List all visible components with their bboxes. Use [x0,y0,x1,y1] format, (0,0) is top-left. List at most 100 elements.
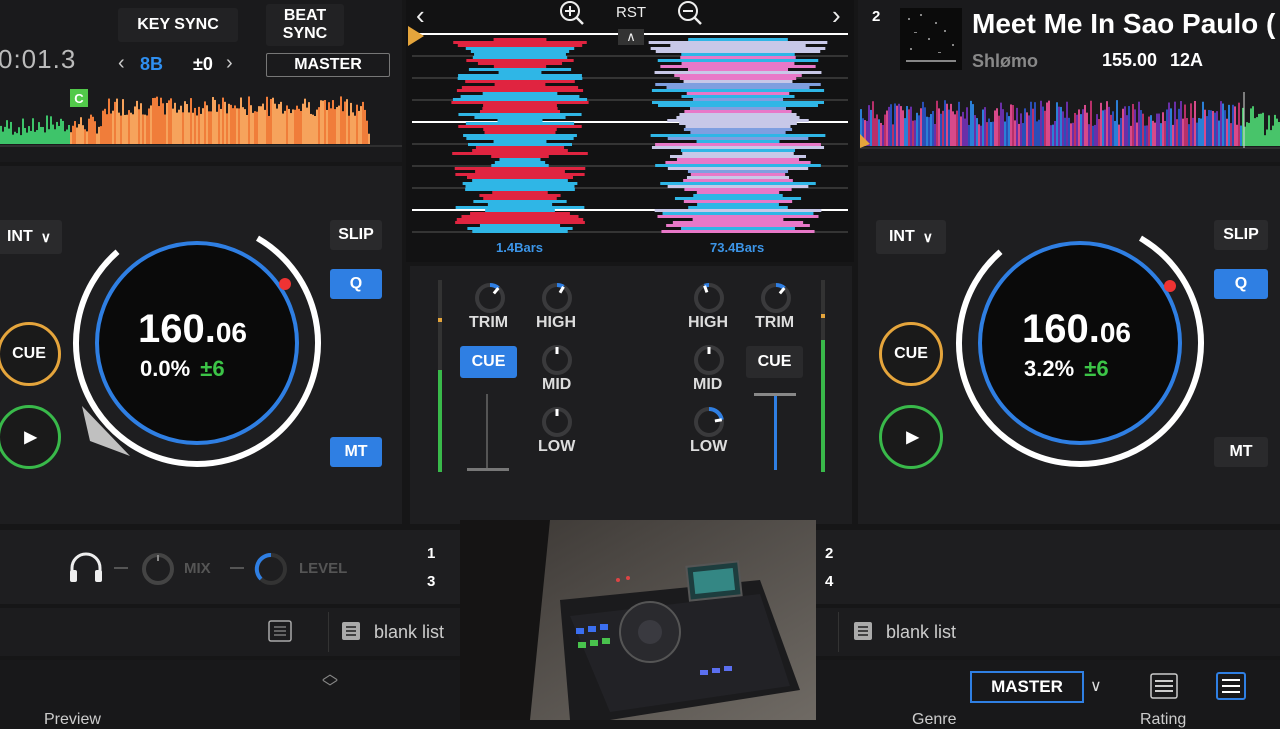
key-left-chevron-icon[interactable]: ‹ [118,52,125,75]
deck2-cue-button[interactable]: CUE [879,322,943,386]
deck1-int-button[interactable]: INT ∨ [0,220,62,254]
deck1-slip-button[interactable]: SLIP [330,220,382,250]
waveform-slice [498,71,542,74]
right-trim-knob[interactable] [760,282,792,314]
overview-bar [1236,124,1238,146]
overview-bar [262,103,264,144]
right-high-knob[interactable] [693,282,725,314]
overview-bar [1082,109,1084,146]
right-mid-knob[interactable] [693,344,725,376]
waveform-slice [667,185,809,188]
waveform-slice [452,152,588,155]
key-right-chevron-icon[interactable]: › [226,52,233,75]
int-chevron-down-icon: ∨ [922,228,934,245]
overview-bar [304,98,306,144]
overview-bar [1024,108,1026,146]
overview-bar [180,105,182,144]
overview-bar [1116,100,1118,146]
deck-select-4[interactable]: 4 [825,573,833,590]
deck1-cue-marker[interactable]: C [70,89,88,107]
deck-select-1[interactable]: 1 [427,545,435,562]
deck1-play-button[interactable]: ▶ [0,405,61,469]
overview-bar [1040,100,1042,146]
overview-bar [1006,112,1008,146]
deck-select-3[interactable]: 3 [427,573,435,590]
overview-bar [874,118,876,146]
left-low-knob[interactable] [541,406,573,438]
right-low-knob[interactable] [693,406,725,438]
waveform-slice [688,206,788,209]
waveform-slice [463,134,577,137]
waveform-slice [683,200,793,203]
left-channel-fader-handle[interactable] [467,468,509,471]
deck1-master-button[interactable]: MASTER [266,53,390,77]
level-label: LEVEL [299,560,348,577]
resize-updown-icon[interactable]: ︿ ﹀ [322,667,338,697]
deck1-pitch-range: ±6 [200,356,225,381]
overview-bar [118,112,120,144]
deck2-int-button[interactable]: INT ∨ [876,220,946,254]
overview-bar [1218,120,1220,146]
waveform-slice [457,77,583,80]
left-mid-knob[interactable] [541,344,573,376]
rst-button[interactable]: RST [616,4,646,21]
waveform-slice [466,176,574,179]
overview-bar [1140,110,1142,146]
waveform-slice [688,38,788,41]
deck2-mt-button[interactable]: MT [1214,437,1268,467]
column-header-preview[interactable]: Preview [44,711,101,729]
list-view-icon[interactable] [268,620,292,642]
deck-select-2[interactable]: 2 [825,545,833,562]
overview-bar [1130,125,1132,146]
list-layout-icon[interactable] [1150,673,1178,699]
right-channel-fader-track[interactable] [774,394,777,470]
mixer-left-cue-button[interactable]: CUE [460,346,517,378]
column-header-rating[interactable]: Rating [1140,711,1186,729]
waveform-slice [684,110,792,113]
overview-bar [970,100,972,146]
zoom-out-icon[interactable] [677,0,703,26]
level-knob[interactable] [254,552,288,586]
overview-bar [1260,113,1262,146]
waveform-slice [686,92,790,95]
left-level-meter-fill [438,370,442,472]
overview-bar [912,120,914,146]
overview-bar [88,118,90,144]
column-header-genre[interactable]: Genre [912,711,956,729]
mixer-right-cue-button[interactable]: CUE [746,346,803,378]
beat-sync-button[interactable]: BEAT SYNC [266,4,344,46]
deck1-quantize-button[interactable]: Q [330,269,382,299]
mix-knob[interactable] [141,552,175,586]
overview-bar [210,111,212,144]
overview-bar [340,96,342,144]
detail-list-icon[interactable] [1216,672,1246,700]
overview-bar [1022,123,1024,146]
browser-master-button[interactable]: MASTER [970,671,1084,703]
right-channel-fader-handle[interactable] [754,393,796,396]
overview-bar [1026,112,1028,146]
deck2-slip-button[interactable]: SLIP [1214,220,1268,250]
overview-bar [992,121,994,146]
deck2-play-button[interactable]: ▶ [879,405,943,469]
left-bars-label: 1.4Bars [496,240,543,255]
overview-bar [302,103,304,144]
left-high-knob[interactable] [541,282,573,314]
overview-bar [236,108,238,144]
waveform-slice [692,98,784,101]
key-sync-button[interactable]: KEY SYNC [118,8,238,42]
overview-bar [1124,106,1126,146]
chevron-up-icon[interactable]: ∧ [618,29,644,45]
overview-bar [910,106,912,146]
zoom-in-icon[interactable] [559,0,585,26]
left-trim-knob[interactable] [474,282,506,314]
waveform-slice [650,134,826,137]
left-playlist-name[interactable]: blank list [374,622,444,643]
deck1-mt-button[interactable]: MT [330,437,382,467]
right-playlist-name[interactable]: blank list [886,622,956,643]
overview-bar [348,115,350,144]
deck2-quantize-button[interactable]: Q [1214,269,1268,299]
left-channel-fader-track[interactable] [486,394,488,470]
overview-bar [198,106,200,144]
master-chevron-down-icon[interactable]: ∨ [1090,676,1102,696]
deck1-cue-button[interactable]: CUE [0,322,61,386]
